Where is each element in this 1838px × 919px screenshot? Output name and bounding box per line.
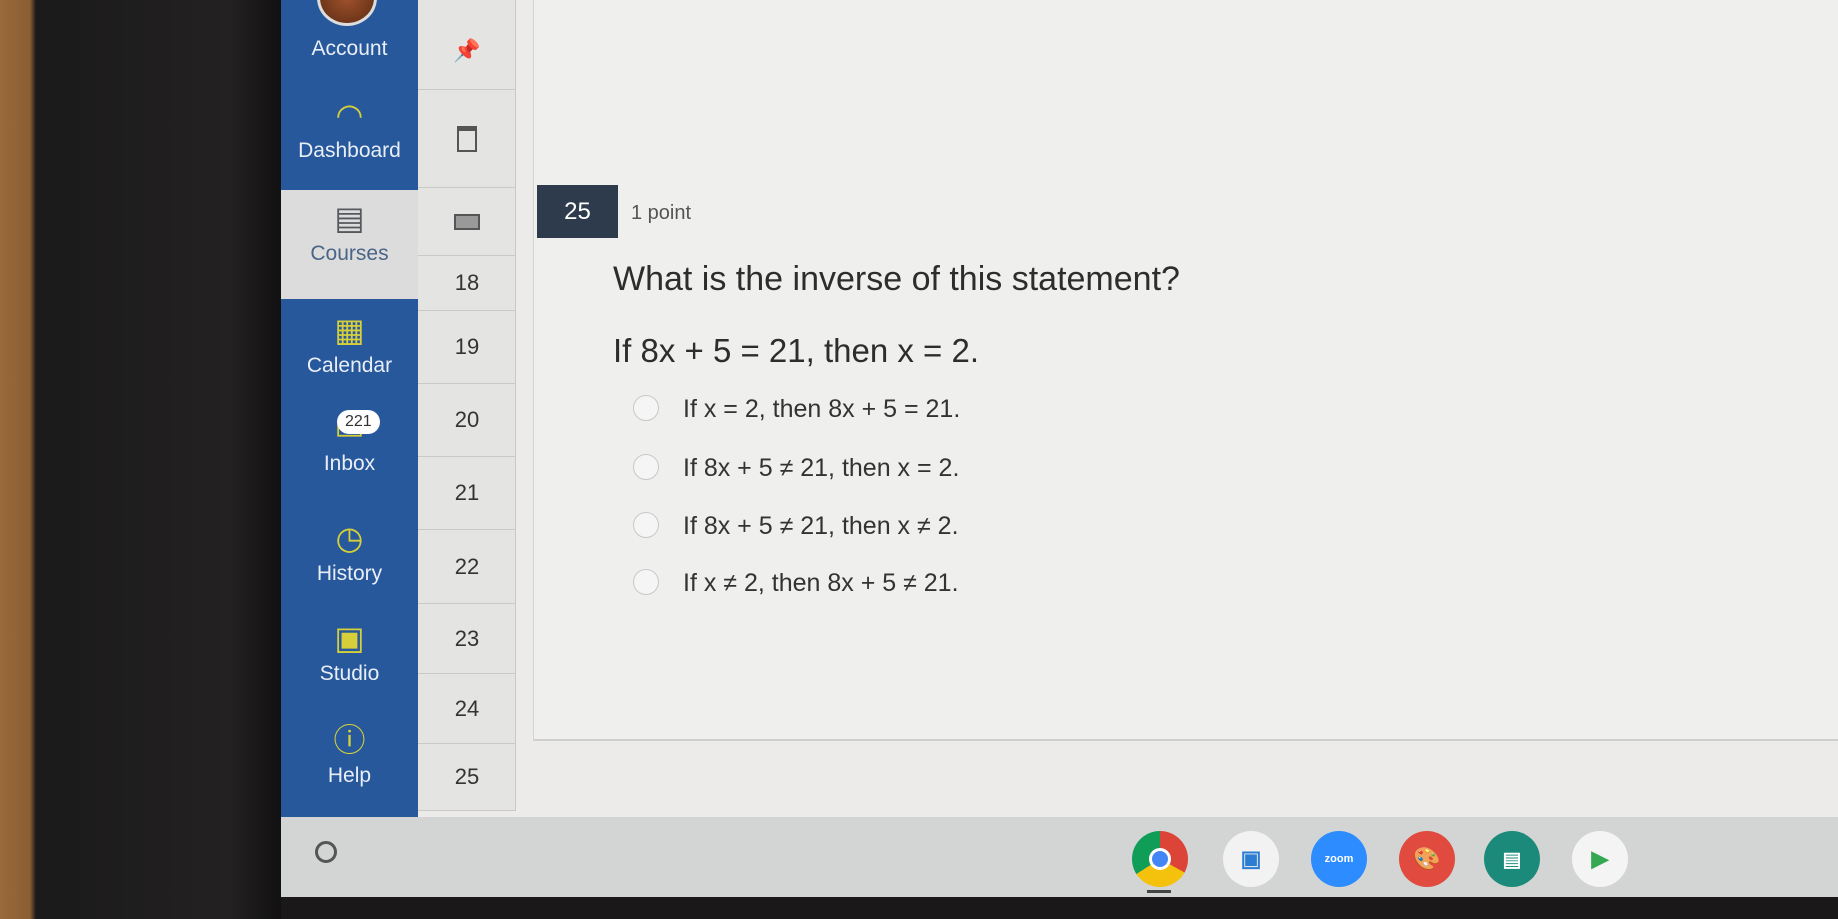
calendar-icon: ▦ [334,312,365,348]
question-link[interactable]: 19 [418,311,516,384]
card-icon [454,213,480,230]
answer-radio[interactable] [633,454,659,480]
question-navigator: 📌 18 19 20 21 22 23 24 25 [418,0,516,811]
monitor-bezel [0,0,281,919]
book-icon: ▤ [334,200,365,236]
pin-button[interactable]: 📌 [418,12,516,90]
classroom-app-icon[interactable]: ▤ [1484,831,1540,887]
nav-label: Courses [310,242,389,265]
question-number: 21 [454,480,480,505]
answer-label[interactable]: If 8x + 5 ≠ 21, then x = 2. [683,454,959,483]
studio-icon: ▣ [334,620,365,656]
question-number: 22 [454,553,480,579]
play-store-icon[interactable]: ▶ [1572,831,1628,887]
flag-button[interactable] [418,188,516,256]
question-prompt: What is the inverse of this statement? [613,260,1180,298]
question-statement: If 8x + 5 = 21, then x = 2. [613,332,979,369]
nav-label: Dashboard [298,139,401,162]
nav-dashboard[interactable]: ◠ Dashboard [281,97,418,163]
nav-calendar[interactable]: ▦ Calendar [281,312,418,378]
points-label: 1 point [631,202,692,224]
zoom-app-icon[interactable]: zoom [1311,831,1367,887]
question-link-current[interactable]: 25 [418,744,516,811]
help-icon: ⓘ [333,722,366,758]
nav-label: History [316,562,383,585]
screen: Account ◠ Dashboard ▤ Courses ▦ Calendar ▭I… [281,0,1838,897]
calculator-button[interactable] [418,90,516,188]
answer-radio[interactable] [633,569,659,595]
clock-icon: ◷ [335,520,364,556]
active-app-indicator [1147,890,1171,893]
global-navigation: Account ◠ Dashboard ▤ Courses ▦ Calendar ▭I… [281,0,418,817]
nav-label: Calendar [306,354,393,377]
answer-label[interactable]: If x ≠ 2, then 8x + 5 ≠ 21. [683,569,959,598]
nav-inbox[interactable]: ▭Inbox 221 [281,410,418,476]
question-number: 19 [454,334,480,359]
nav-studio[interactable]: ▣ Studio [281,620,418,686]
nav-label: Inbox [323,452,376,475]
chrome-center [1149,848,1171,870]
question-link[interactable]: 23 [418,604,516,674]
question-link[interactable]: 20 [418,384,516,457]
answer-radio[interactable] [633,512,659,538]
answer-label[interactable]: If x = 2, then 8x + 5 = 21. [683,395,960,424]
question-link[interactable]: 22 [418,530,516,604]
chrome-app-icon[interactable] [1132,831,1188,887]
question-card [533,0,1838,741]
canvas-app-icon[interactable]: 🎨 [1399,831,1455,887]
answer-radio[interactable] [633,395,659,421]
avatar[interactable] [317,0,377,26]
answer-label[interactable]: If 8x + 5 ≠ 21, then x ≠ 2. [683,512,959,541]
question-link[interactable]: 18 [418,256,516,311]
question-number: 20 [454,407,480,432]
nav-label: Account [311,37,388,60]
question-number: 18 [454,270,480,295]
nav-history[interactable]: ◷ History [281,520,418,586]
question-number: 23 [454,625,480,651]
question-link[interactable]: 21 [418,457,516,530]
docs-app-icon[interactable]: ▣ [1223,831,1279,887]
nav-label: Studio [319,662,380,685]
question-link[interactable]: 24 [418,674,516,744]
nav-label: Help [327,764,372,787]
nav-courses[interactable]: ▤ Courses [281,190,418,299]
pin-icon: 📌 [453,37,481,63]
nav-help[interactable]: ⓘ Help [281,722,418,788]
launcher-button[interactable] [315,841,337,863]
question-number: 25 [454,764,480,789]
inbox-badge: 221 [337,410,380,434]
zoom-label: zoom [1324,853,1354,865]
question-number: 24 [454,695,480,721]
nav-account[interactable]: Account [281,37,418,61]
question-number-badge: 25 [537,185,618,238]
dashboard-gauge-icon: ◠ [335,97,364,133]
calculator-icon [457,125,477,152]
